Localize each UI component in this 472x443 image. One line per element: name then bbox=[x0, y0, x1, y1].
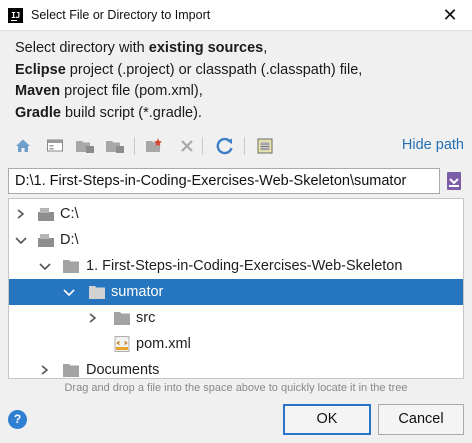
tree-item-label: C:\ bbox=[60, 206, 79, 222]
chevron-down-icon[interactable] bbox=[37, 253, 53, 279]
refresh-icon[interactable] bbox=[214, 135, 236, 157]
tree-item-label: D:\ bbox=[60, 232, 79, 248]
tree-row[interactable]: D:\ bbox=[9, 227, 463, 253]
tree-row[interactable]: 1. First-Steps-in-Coding-Exercises-Web-S… bbox=[9, 253, 463, 279]
tree-item-label: sumator bbox=[111, 284, 164, 300]
new-folder-icon[interactable] bbox=[144, 135, 166, 157]
chevron-right-icon[interactable] bbox=[37, 357, 53, 379]
folder-icon bbox=[63, 364, 79, 377]
toolbar-separator bbox=[202, 137, 203, 155]
tree-item-label: src bbox=[136, 310, 156, 326]
desktop-icon[interactable] bbox=[44, 135, 66, 157]
folder-icon bbox=[114, 312, 130, 325]
drive-icon bbox=[38, 208, 54, 221]
chevron-down-icon[interactable] bbox=[61, 279, 77, 305]
tree-row[interactable]: C:\ bbox=[9, 201, 463, 227]
module-folder-icon[interactable] bbox=[104, 135, 126, 157]
close-icon[interactable]: ✕ bbox=[428, 0, 472, 31]
tree-item-label: pom.xml bbox=[136, 336, 191, 352]
path-history-icon[interactable] bbox=[444, 170, 464, 192]
intellij-app-icon: IJ bbox=[8, 8, 23, 23]
ok-button[interactable]: OK bbox=[283, 404, 371, 435]
chevron-right-icon[interactable] bbox=[13, 201, 29, 227]
toolbar-separator bbox=[134, 137, 135, 155]
show-hidden-icon[interactable] bbox=[254, 135, 276, 157]
tree-row[interactable]: src bbox=[9, 305, 463, 331]
tree-row[interactable]: Documents bbox=[9, 357, 463, 379]
title-bar: IJ Select File or Directory to Import ✕ bbox=[0, 0, 472, 31]
file-tree[interactable]: C:\ D:\ 1. First-Steps-in-Coding-Exercis… bbox=[8, 198, 464, 379]
toolbar-separator bbox=[244, 137, 245, 155]
project-folder-icon[interactable] bbox=[74, 135, 96, 157]
maven-file-icon bbox=[114, 336, 130, 352]
cancel-button[interactable]: Cancel bbox=[378, 404, 464, 435]
delete-icon[interactable] bbox=[176, 135, 198, 157]
hide-path-link[interactable]: Hide path bbox=[402, 137, 464, 153]
chevron-right-icon[interactable] bbox=[85, 305, 101, 331]
help-icon[interactable]: ? bbox=[8, 410, 27, 429]
tree-row[interactable]: pom.xml bbox=[9, 331, 463, 357]
tree-row-selected[interactable]: sumator bbox=[9, 279, 463, 305]
path-input[interactable]: D:\1. First-Steps-in-Coding-Exercises-We… bbox=[8, 168, 440, 194]
home-icon[interactable] bbox=[12, 135, 34, 157]
window-title: Select File or Directory to Import bbox=[31, 8, 211, 22]
drag-drop-hint: Drag and drop a file into the space abov… bbox=[64, 382, 408, 394]
drive-icon bbox=[38, 234, 54, 247]
tree-item-label: Documents bbox=[86, 362, 160, 378]
folder-icon bbox=[63, 260, 79, 273]
folder-icon bbox=[89, 286, 105, 299]
tree-item-label: 1. First-Steps-in-Coding-Exercises-Web-S… bbox=[86, 258, 403, 274]
chevron-down-icon[interactable] bbox=[13, 227, 29, 253]
import-description: Select directory with existing sources, … bbox=[15, 40, 363, 121]
